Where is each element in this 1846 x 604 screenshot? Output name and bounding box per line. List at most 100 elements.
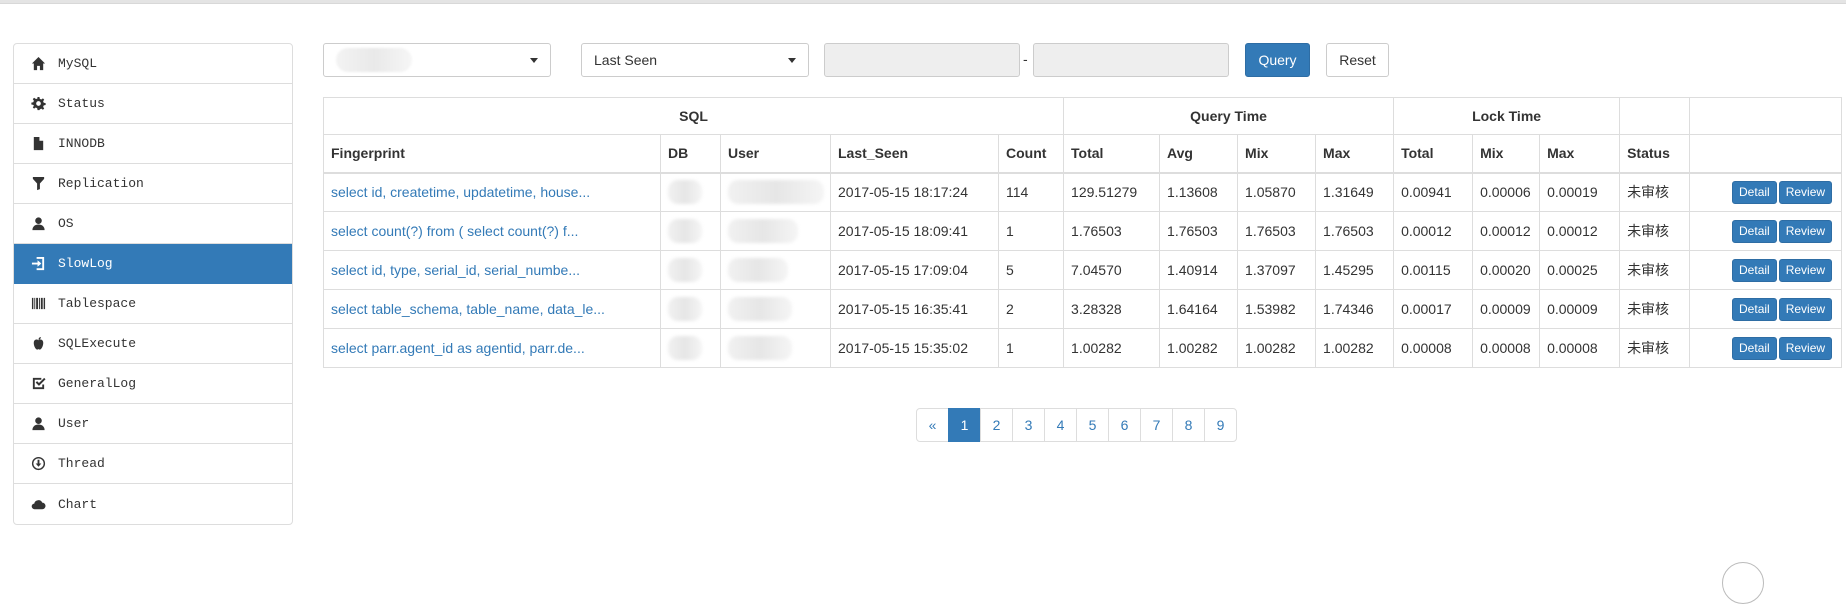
page-prev[interactable]: « [916, 408, 949, 442]
sidebar-item-user[interactable]: User [14, 404, 292, 444]
sidebar-item-sqlexecute[interactable]: SQLExecute [14, 324, 292, 364]
sidebar-item-innodb[interactable]: INNODB [14, 124, 292, 164]
status-cell: 未审核 [1619, 250, 1691, 290]
group-header-blank [1619, 97, 1691, 135]
page-2[interactable]: 2 [980, 408, 1013, 442]
qt-total-cell: 1.76503 [1063, 211, 1161, 251]
detail-button[interactable]: Detail [1732, 336, 1777, 360]
reset-button[interactable]: Reset [1326, 43, 1389, 77]
sidebar-item-label: OS [58, 216, 74, 231]
sidebar-item-label: Chart [58, 496, 98, 512]
last-seen-cell: 2017-05-15 18:09:41 [830, 211, 999, 251]
sidebar-item-label: Thread [58, 456, 105, 471]
sidebar-item-label: MySQL [58, 56, 98, 71]
col-header-last-seen: Last_Seen [830, 134, 999, 174]
review-button[interactable]: Review [1778, 180, 1833, 204]
status-cell: 未审核 [1619, 289, 1691, 329]
home-icon [30, 56, 46, 72]
page-4[interactable]: 4 [1044, 408, 1077, 442]
lt-total-cell: 0.00115 [1393, 250, 1474, 290]
fingerprint-link[interactable]: select id, createtime, updatetime, house… [331, 184, 590, 200]
table-row: select parr.agent_id as agentid, parr.de… [323, 328, 1843, 368]
qt-total-cell: 3.28328 [1063, 289, 1161, 329]
sort-select[interactable]: Last Seen [581, 43, 809, 77]
detail-button[interactable]: Detail [1732, 180, 1777, 204]
review-button[interactable]: Review [1778, 219, 1833, 243]
sidebar-item-label: GeneralLog [58, 376, 137, 391]
db-redacted [668, 180, 702, 205]
last-seen-cell: 2017-05-15 18:17:24 [830, 172, 999, 212]
col-header-qt-mix: Mix [1237, 134, 1317, 174]
slowlog-table: SQL Query Time Lock Time Fingerprint DB … [322, 97, 1843, 368]
sidebar-item-label: INNODB [58, 136, 105, 151]
sidebar-item-tablespace[interactable]: Tablespace [14, 284, 292, 324]
qt-mix-cell: 1.05870 [1237, 172, 1317, 212]
fingerprint-link[interactable]: select parr.agent_id as agentid, parr.de… [331, 340, 585, 356]
page-7[interactable]: 7 [1140, 408, 1173, 442]
fingerprint-link[interactable]: select id, type, serial_id, serial_numbe… [331, 262, 580, 278]
sidebar-item-label: Replication [58, 176, 144, 191]
page-6[interactable]: 6 [1108, 408, 1141, 442]
end-date-input[interactable] [1033, 43, 1229, 77]
group-header-query-time: Query Time [1063, 97, 1395, 135]
detail-button[interactable]: Detail [1732, 258, 1777, 282]
scroll-to-top-button[interactable] [1722, 562, 1764, 604]
filter-icon [30, 176, 46, 192]
user-icon [30, 416, 46, 432]
check-icon [30, 376, 46, 392]
lt-max-cell: 0.00009 [1539, 289, 1621, 329]
chevron-down-icon [530, 58, 538, 63]
lt-total-cell: 0.00008 [1393, 328, 1474, 368]
col-header-lt-max: Max [1539, 134, 1621, 174]
qt-total-cell: 1.00282 [1063, 328, 1161, 368]
table-row: select id, type, serial_id, serial_numbe… [323, 250, 1843, 290]
col-header-qt-avg: Avg [1159, 134, 1239, 174]
col-header-count: Count [997, 134, 1065, 174]
sidebar-item-label: SlowLog [58, 256, 113, 271]
qt-max-cell: 1.74346 [1315, 289, 1395, 329]
lt-max-cell: 0.00025 [1539, 250, 1621, 290]
count-cell: 114 [997, 172, 1065, 212]
page-8[interactable]: 8 [1172, 408, 1205, 442]
page-5[interactable]: 5 [1076, 408, 1109, 442]
start-date-input[interactable] [824, 43, 1020, 77]
sidebar-nav: MySQL Status INNODB Replication OS SlowL… [13, 43, 293, 525]
fingerprint-link[interactable]: select table_schema, table_name, data_le… [331, 301, 605, 317]
qt-avg-cell: 1.00282 [1159, 328, 1239, 368]
qt-mix-cell: 1.76503 [1237, 211, 1317, 251]
fingerprint-link[interactable]: select count(?) from ( select count(?) f… [331, 223, 578, 239]
col-header-status: Status [1619, 134, 1691, 174]
sidebar-item-chart[interactable]: Chart [14, 484, 292, 524]
sidebar-item-os[interactable]: OS [14, 204, 292, 244]
host-select[interactable] [323, 43, 551, 77]
page-3[interactable]: 3 [1012, 408, 1045, 442]
query-button[interactable]: Query [1245, 43, 1310, 77]
page-9[interactable]: 9 [1204, 408, 1237, 442]
detail-button[interactable]: Detail [1732, 219, 1777, 243]
user-redacted [728, 297, 792, 321]
qt-max-cell: 1.45295 [1315, 250, 1395, 290]
barcode-icon [30, 296, 46, 312]
sidebar-item-replication[interactable]: Replication [14, 164, 292, 204]
lt-total-cell: 0.00017 [1393, 289, 1474, 329]
user-redacted [728, 219, 798, 243]
table-row: select table_schema, table_name, data_le… [323, 289, 1843, 329]
review-button[interactable]: Review [1778, 258, 1833, 282]
sidebar-item-thread[interactable]: Thread [14, 444, 292, 484]
review-button[interactable]: Review [1778, 297, 1833, 321]
page-1[interactable]: 1 [948, 408, 981, 442]
sidebar-item-mysql[interactable]: MySQL [14, 44, 292, 84]
count-cell: 5 [997, 250, 1065, 290]
sidebar-item-label: SQLExecute [58, 336, 137, 351]
qt-total-cell: 129.51279 [1063, 172, 1161, 212]
col-header-user: User [720, 134, 831, 174]
lt-mix-cell: 0.00008 [1472, 328, 1541, 368]
sidebar-item-label: User [58, 416, 90, 431]
sidebar-item-slowlog[interactable]: SlowLog [14, 244, 292, 284]
sidebar-item-label: Status [58, 96, 105, 111]
detail-button[interactable]: Detail [1732, 297, 1777, 321]
sidebar-item-status[interactable]: Status [14, 84, 292, 124]
sidebar-item-generallog[interactable]: GeneralLog [14, 364, 292, 404]
sort-select-value: Last Seen [594, 52, 658, 68]
review-button[interactable]: Review [1778, 336, 1833, 360]
